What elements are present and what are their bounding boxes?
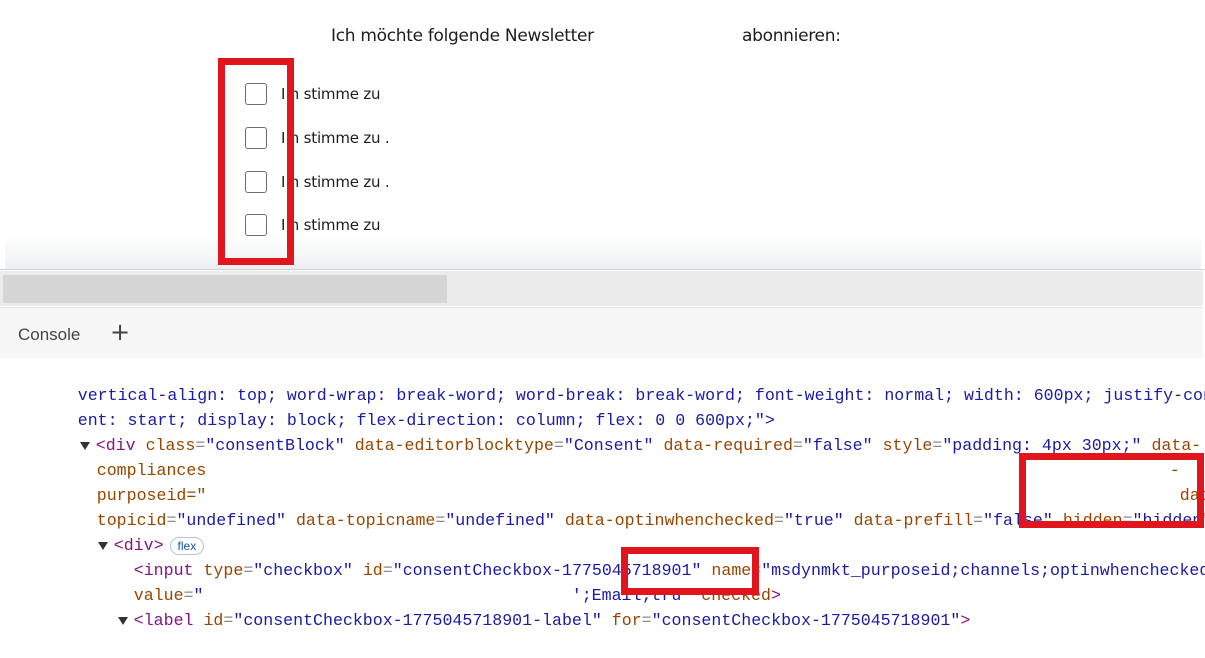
- newsletter-heading: Ich möchte folgende Newsletter: [331, 26, 594, 46]
- attr-value: "undefined": [445, 511, 555, 530]
- dom-line-consent-block[interactable]: <div class="consentBlock" data-editorblo…: [20, 408, 1201, 455]
- attr-value: "msdynmkt_purposeid;channels;optinwhench…: [761, 561, 1205, 580]
- consent-row: I h stimme zu .: [245, 170, 390, 194]
- attr-value: "consentCheckbox-1775045718901": [651, 611, 961, 630]
- attr-name: data-optinwhenchecked: [564, 511, 774, 530]
- attr-value: "false": [983, 511, 1053, 530]
- consent-checkbox[interactable]: [245, 171, 267, 193]
- page-bottom-fade: [5, 236, 1201, 270]
- web-page: Ich möchte folgende Newsletter abonniere…: [0, 0, 1205, 270]
- attr-name: type: [203, 561, 244, 580]
- consent-label: I h stimme zu .: [281, 173, 390, 191]
- tag-name: <label: [133, 611, 194, 630]
- attr-name: data-required: [663, 436, 793, 455]
- consent-label: I h stimme zu: [281, 216, 381, 234]
- dom-line-input[interactable]: <input type="checkbox" id="consentCheckb…: [74, 533, 1205, 580]
- attr-value: "consentBlock": [205, 436, 345, 455]
- attr-value: "false": [802, 436, 873, 455]
- expand-triangle-icon[interactable]: [117, 616, 128, 625]
- attr-name: id: [203, 611, 224, 630]
- consent-row: I h stimme zu: [245, 213, 381, 237]
- tag-close: >: [960, 611, 971, 630]
- dom-line-fragment: data-: [1120, 458, 1205, 505]
- horizontal-scrollbar[interactable]: [3, 275, 447, 303]
- consent-checkbox[interactable]: [245, 127, 267, 149]
- dom-line-div[interactable]: <div> flex: [38, 508, 205, 555]
- dom-line[interactable]: ent: start; display: block; flex-directi…: [18, 383, 775, 430]
- dom-line[interactable]: compliances: [37, 433, 207, 480]
- attr-value: "Consent": [563, 436, 654, 455]
- consent-label: I h stimme zu .: [281, 129, 390, 147]
- hidden-attr-name: hidden: [1062, 511, 1123, 530]
- devtools-drawer-toolbar: Console +: [0, 307, 1203, 358]
- attr-name: id: [362, 561, 383, 580]
- attr-name: for: [611, 611, 642, 630]
- devtools-splitter[interactable]: [0, 271, 1203, 306]
- consent-row: I h stimme zu .: [245, 126, 390, 150]
- tab-console[interactable]: Console: [18, 325, 80, 345]
- devtools-panel: Console + vertical-align: top; word-wrap…: [0, 269, 1205, 630]
- dom-line[interactable]: value=": [74, 558, 204, 605]
- dom-line-label[interactable]: <label id="consentCheckbox-1775045718901…: [58, 583, 970, 630]
- dom-line-fragment: -: [1110, 433, 1180, 480]
- attr-name: data-editorblocktype: [354, 436, 554, 455]
- attr-value: "true": [783, 511, 844, 530]
- consent-checkbox[interactable]: [245, 83, 267, 105]
- attr-value: "consentCheckbox-1775045718901-label": [233, 611, 602, 630]
- dom-line-fragment[interactable]: ';Email;tru" checked>: [512, 558, 781, 605]
- add-tab-icon[interactable]: +: [110, 320, 130, 344]
- attr-name: style: [882, 436, 933, 455]
- dom-line[interactable]: vertical-align: top; word-wrap: break-wo…: [18, 358, 1205, 405]
- attr-name: data-topicname: [295, 511, 436, 530]
- consent-row: I h stimme zu: [245, 82, 381, 106]
- consent-label: I h stimme zu: [281, 85, 381, 103]
- newsletter-heading-suffix: abonnieren:: [742, 26, 841, 46]
- attr-name: data-prefill: [853, 511, 974, 530]
- dom-line[interactable]: topicid="undefined" data-topicname="unde…: [37, 483, 1205, 530]
- consent-checkbox[interactable]: [245, 214, 267, 236]
- attr-value: "checkbox": [253, 561, 353, 580]
- hidden-attr-value: "hidden": [1132, 511, 1205, 530]
- dom-line[interactable]: purposeid=": [37, 458, 207, 505]
